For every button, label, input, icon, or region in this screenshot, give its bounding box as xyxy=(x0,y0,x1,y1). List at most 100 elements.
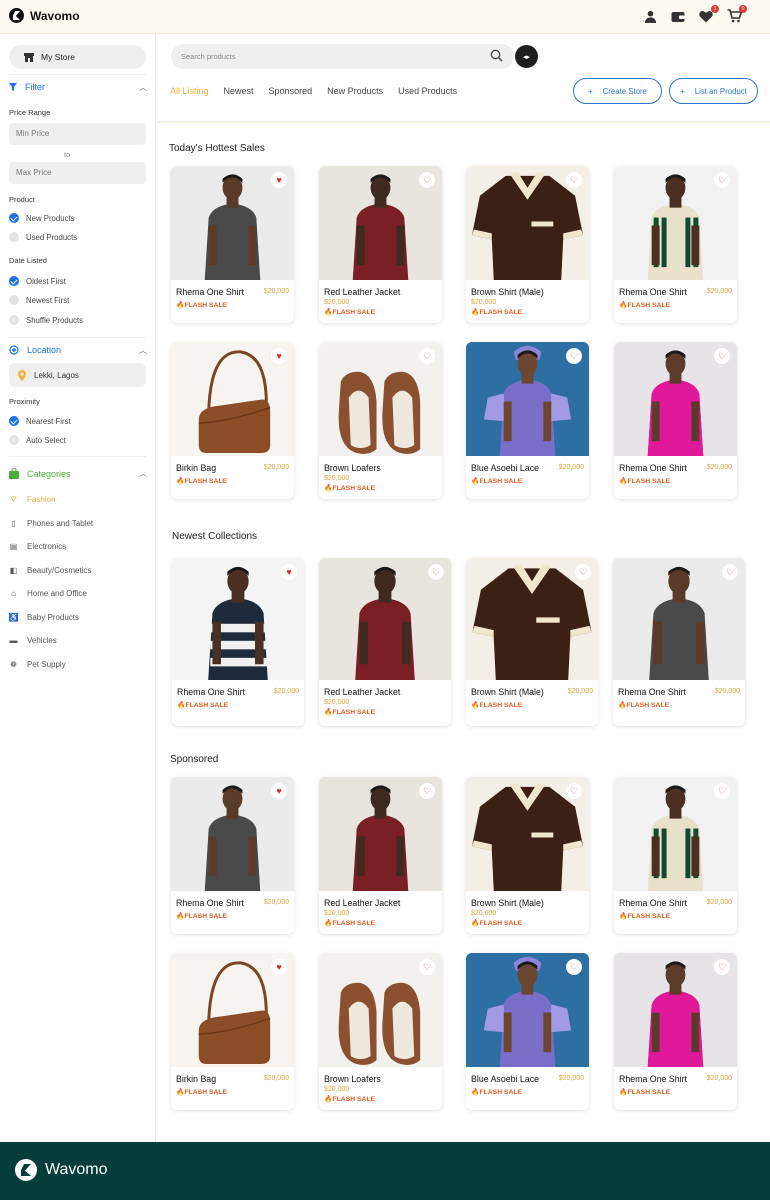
product-name[interactable]: Brown Shirt (Male) xyxy=(471,898,544,908)
favorite-heart-icon[interactable]: ♥ xyxy=(271,348,287,364)
product-name[interactable]: Brown Loafers xyxy=(324,463,381,473)
product-card[interactable]: ♥ Rhema One Shirt $20,000 🔥FLASH SALE xyxy=(172,558,304,726)
logo[interactable]: Wavomo xyxy=(9,8,80,23)
category-beauty[interactable]: ◧ Beauty/Cosmetics xyxy=(9,566,92,575)
categories-header[interactable]: Categories ︿ xyxy=(9,468,147,479)
favorite-heart-icon[interactable]: ♡ xyxy=(419,959,435,975)
location-select[interactable]: Lekki, Lagos xyxy=(9,363,146,387)
product-name[interactable]: Rhema One Shirt xyxy=(619,287,687,297)
product-card[interactable]: ♥ Rhema One Shirt $20,000 🔥FLASH SALE xyxy=(171,777,294,934)
product-name[interactable]: Rhema One Shirt xyxy=(619,898,687,908)
favorite-heart-icon[interactable]: ♡ xyxy=(714,783,730,799)
product-name[interactable]: Blue Asoebi Lace xyxy=(471,1074,539,1084)
nearest-first-option[interactable]: Nearest First xyxy=(9,416,71,426)
footer-logo[interactable]: Wavomo xyxy=(15,1159,108,1181)
product-card[interactable]: ♡ Blue Asoebi Lace $20,000 🔥FLASH SALE xyxy=(466,342,589,499)
favorite-heart-icon[interactable]: ♡ xyxy=(566,348,582,364)
product-name[interactable]: Rhema One Shirt xyxy=(176,898,244,908)
category-fashion[interactable]: ⛛ Fashion xyxy=(9,495,55,505)
product-card[interactable]: ♥ Birkin Bag $20,000 🔥FLASH SALE xyxy=(171,953,294,1110)
product-card[interactable]: ♡ Rhema One Shirt $20,000 🔥FLASH SALE xyxy=(614,953,737,1110)
shuffle-products-option[interactable]: Shuffle Products xyxy=(9,315,83,325)
newest-first-option[interactable]: Newest First xyxy=(9,295,69,305)
category-electronics[interactable]: ▤ Electronics xyxy=(9,542,66,551)
product-name[interactable]: Red Leather Jacket xyxy=(324,287,400,297)
wishlist-heart-icon[interactable]: 1 xyxy=(698,5,719,24)
product-name[interactable]: Rhema One Shirt xyxy=(619,463,687,473)
wallet-icon[interactable] xyxy=(670,8,686,24)
product-name[interactable]: Brown Loafers xyxy=(324,1074,381,1084)
product-card[interactable]: ♥ Birkin Bag $20,000 🔥FLASH SALE xyxy=(171,342,294,499)
product-name[interactable]: Brown Shirt (Male) xyxy=(471,287,544,297)
favorite-heart-icon[interactable]: ♡ xyxy=(722,564,738,580)
tab-new-products[interactable]: New Products xyxy=(327,86,383,96)
new-products-option[interactable]: New Products xyxy=(9,213,75,223)
product-card[interactable]: ♥ Rhema One Shirt $20,000 🔥FLASH SALE xyxy=(171,166,294,323)
favorite-heart-icon[interactable]: ♡ xyxy=(419,172,435,188)
product-card[interactable]: ♡ Brown Shirt (Male) $20,000 🔥FLASH SALE xyxy=(466,777,589,934)
favorite-heart-icon[interactable]: ♡ xyxy=(419,783,435,799)
search-icon[interactable] xyxy=(490,49,503,62)
search-input[interactable]: Search products xyxy=(181,52,236,61)
max-price-input[interactable]: Max Price xyxy=(9,162,146,184)
favorite-heart-icon[interactable]: ♡ xyxy=(714,348,730,364)
product-card[interactable]: ♡ Red Leather Jacket $20,000 🔥FLASH SALE xyxy=(319,777,442,934)
favorite-heart-icon[interactable]: ♡ xyxy=(428,564,444,580)
product-card[interactable]: ♡ Rhema One Shirt $20,000 🔥FLASH SALE xyxy=(614,166,737,323)
used-products-option[interactable]: Used Products xyxy=(9,232,77,242)
favorite-heart-icon[interactable]: ♥ xyxy=(271,172,287,188)
product-name[interactable]: Red Leather Jacket xyxy=(324,687,400,697)
product-card[interactable]: ♡ Red Leather Jacket $20,000 🔥FLASH SALE xyxy=(319,558,451,726)
favorite-heart-icon[interactable]: ♡ xyxy=(566,172,582,188)
product-name[interactable]: Birkin Bag xyxy=(176,1074,216,1084)
oldest-first-option[interactable]: Oldest First xyxy=(9,276,66,286)
product-name[interactable]: Rhema One Shirt xyxy=(619,1074,687,1084)
tab-all-listing[interactable]: All Listing xyxy=(170,86,209,96)
favorite-heart-icon[interactable]: ♡ xyxy=(566,959,582,975)
list-product-button[interactable]: + List an Product xyxy=(669,78,758,104)
product-name[interactable]: Rhema One Shirt xyxy=(618,687,686,697)
product-card[interactable]: ♡ Red Leather Jacket $20,000 🔥FLASH SALE xyxy=(319,166,442,323)
tab-used-products[interactable]: Used Products xyxy=(398,86,457,96)
product-card[interactable]: ♡ Rhema One Shirt $20,000 🔥FLASH SALE xyxy=(613,558,745,726)
tab-newest[interactable]: Newest xyxy=(224,86,254,96)
filter-header[interactable]: Filter ︿ xyxy=(9,82,147,92)
category-phones[interactable]: ▯ Phones and Tablet xyxy=(9,519,93,528)
product-card[interactable]: ♡ Brown Shirt (Male) $20,000 🔥FLASH SALE xyxy=(466,166,589,323)
favorite-heart-icon[interactable]: ♡ xyxy=(419,348,435,364)
product-name[interactable]: Brown Shirt (Male) xyxy=(471,687,544,697)
cart-icon[interactable]: 0 xyxy=(726,5,747,24)
tab-sponsored[interactable]: Sponsored xyxy=(269,86,313,96)
product-name[interactable]: Rhema One Shirt xyxy=(177,687,245,697)
create-store-button[interactable]: + Create Store xyxy=(573,78,662,104)
product-card[interactable]: ♡ Blue Asoebi Lace $20,000 🔥FLASH SALE xyxy=(466,953,589,1110)
chevron-up-icon[interactable]: ︿ xyxy=(139,468,147,479)
product-name[interactable]: Rhema One Shirt xyxy=(176,287,244,297)
product-name[interactable]: Blue Asoebi Lace xyxy=(471,463,539,473)
product-card[interactable]: ♡ Brown Loafers $20,000 🔥FLASH SALE xyxy=(319,342,442,499)
favorite-heart-icon[interactable]: ♥ xyxy=(271,783,287,799)
search-bar[interactable]: Search products xyxy=(171,44,514,69)
product-card[interactable]: ♡ Rhema One Shirt $20,000 🔥FLASH SALE xyxy=(614,777,737,934)
product-name[interactable]: Birkin Bag xyxy=(176,463,216,473)
category-home-office[interactable]: ⌂ Home and Office xyxy=(9,589,87,598)
favorite-heart-icon[interactable]: ♡ xyxy=(714,172,730,188)
product-card[interactable]: ♡ Brown Loafers $20,000 🔥FLASH SALE xyxy=(319,953,442,1110)
category-baby[interactable]: ♿ Baby Products xyxy=(9,613,80,622)
user-icon[interactable] xyxy=(642,8,658,24)
favorite-heart-icon[interactable]: ♡ xyxy=(714,959,730,975)
favorite-heart-icon[interactable]: ♡ xyxy=(575,564,591,580)
my-store-button[interactable]: My Store xyxy=(9,45,146,69)
chevron-up-icon[interactable]: ︿ xyxy=(139,345,147,356)
product-card[interactable]: ♡ Rhema One Shirt $20,000 🔥FLASH SALE xyxy=(614,342,737,499)
toggle-view-button[interactable]: ◂▸ xyxy=(515,45,538,68)
category-vehicles[interactable]: ▬ Vehicles xyxy=(9,636,57,645)
product-name[interactable]: Red Leather Jacket xyxy=(324,898,400,908)
favorite-heart-icon[interactable]: ♥ xyxy=(271,959,287,975)
favorite-heart-icon[interactable]: ♥ xyxy=(281,564,297,580)
product-card[interactable]: ♡ Brown Shirt (Male) $20,000 🔥FLASH SALE xyxy=(466,558,598,726)
category-pet[interactable]: ❁ Pet Supply xyxy=(9,660,66,669)
location-header[interactable]: Location ︿ xyxy=(9,345,147,355)
favorite-heart-icon[interactable]: ♡ xyxy=(566,783,582,799)
min-price-input[interactable]: Min Price xyxy=(9,123,146,145)
